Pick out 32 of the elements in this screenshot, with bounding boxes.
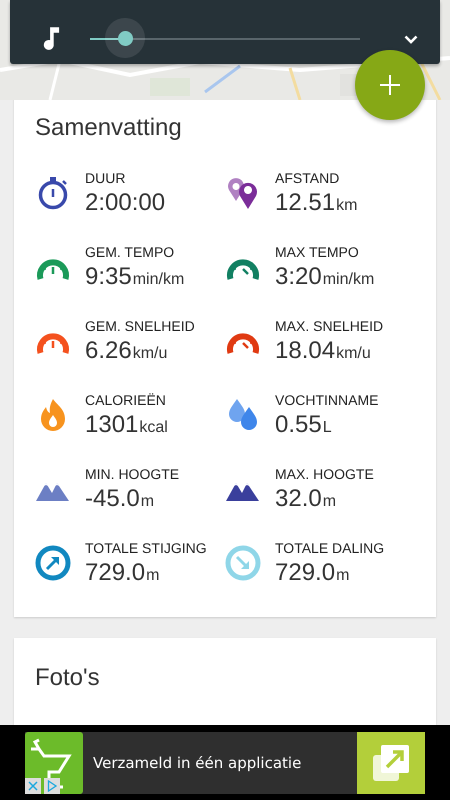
metric-value: 2:00:00	[85, 188, 166, 216]
metric-label: DUUR	[85, 170, 126, 186]
metric-label: MAX. HOOGTE	[275, 466, 374, 482]
metric-value: 12.51km	[275, 188, 358, 216]
metric-label: TOTALE DALING	[275, 540, 384, 556]
metric-value: 32.0m	[275, 484, 338, 512]
metric-value: 1301kcal	[85, 410, 168, 438]
card-title: Foto's	[35, 664, 101, 692]
ad-text: Verzameld in één applicatie	[93, 754, 302, 772]
chevron-down-icon[interactable]	[404, 34, 418, 44]
metric-value: 9:35min/km	[85, 262, 184, 290]
metric-value: 729.0m	[85, 558, 160, 586]
metric-label: AFSTAND	[275, 170, 340, 186]
metric-value: 3:20min/km	[275, 262, 374, 290]
metric-label: GEM. TEMPO	[85, 244, 176, 260]
metric-label: TOTALE STIJGING	[85, 540, 207, 556]
metric-label: CALORIEËN	[85, 392, 167, 408]
metric-label: VOCHTINNAME	[275, 392, 378, 408]
slider-handle[interactable]	[105, 18, 146, 58]
metric-label: MIN. HOOGTE	[85, 466, 180, 482]
metric-label: MAX TEMPO	[275, 244, 360, 260]
metric-value: 18.04km/u	[275, 336, 372, 364]
music-note-icon[interactable]	[42, 27, 60, 51]
plus-icon	[380, 75, 400, 95]
card-title: Samenvatting	[35, 114, 183, 142]
metric-value: -45.0m	[85, 484, 156, 512]
open-external-icon	[371, 742, 411, 782]
metric-value: 0.55L	[275, 410, 333, 438]
metric-value: 6.26km/u	[85, 336, 168, 364]
metric-label: GEM. SNELHEID	[85, 318, 195, 334]
metric-label: MAX. SNELHEID	[275, 318, 384, 334]
metric-value: 729.0m	[275, 558, 350, 586]
